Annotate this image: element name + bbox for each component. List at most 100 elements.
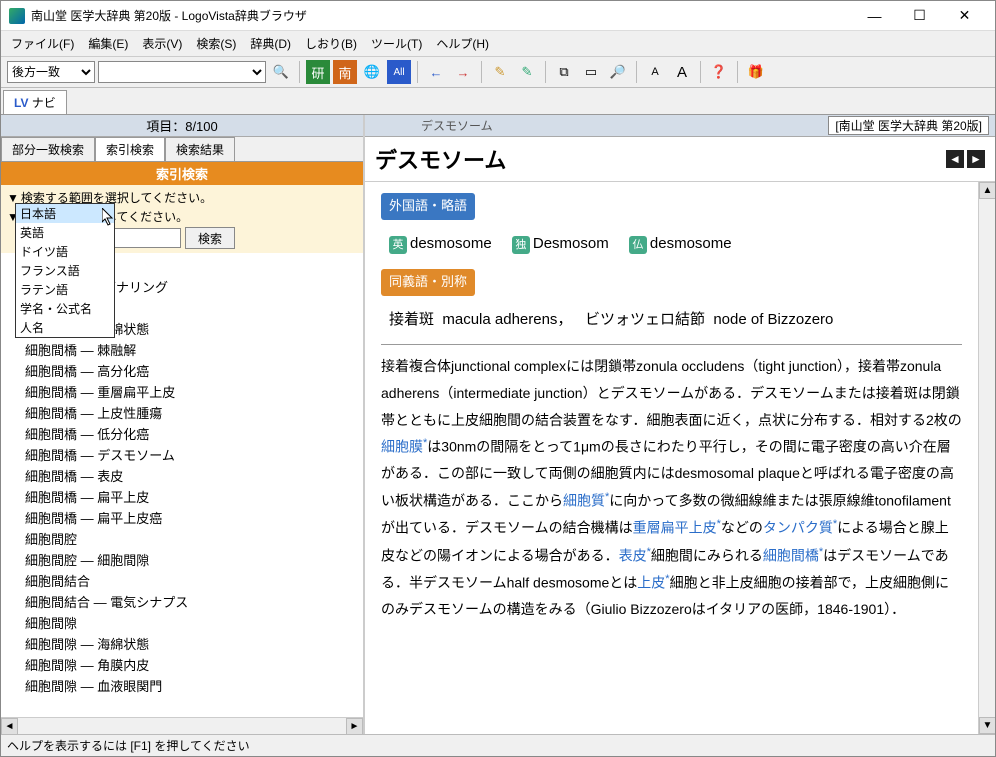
match-mode-select[interactable]: 後方一致 bbox=[7, 61, 95, 83]
link-epidermis[interactable]: 表皮 bbox=[619, 547, 647, 563]
forward-arrow-icon[interactable]: → bbox=[451, 60, 475, 84]
back-arrow-icon[interactable]: ← bbox=[424, 60, 448, 84]
menu-dict[interactable]: 辞典(D) bbox=[244, 33, 297, 54]
globe-icon[interactable]: 🌐 bbox=[360, 60, 384, 84]
menu-bookmark[interactable]: しおり(B) bbox=[299, 33, 363, 54]
list-item[interactable]: 細胞間橋 ― 扁平上皮癌 bbox=[25, 507, 363, 528]
list-item[interactable]: 細胞間橋 ― 棘融解 bbox=[25, 339, 363, 360]
window-title: 南山堂 医学大辞典 第20版 - LogoVista辞典ブラウザ bbox=[31, 7, 852, 24]
syn2-en: node of Bizzozero bbox=[713, 311, 833, 328]
breadcrumb: デスモソーム bbox=[421, 117, 493, 134]
tab-results[interactable]: 検索結果 bbox=[165, 137, 235, 161]
toolbar: 後方一致 🔍 研 南 🌐 All ← → ✎ ✎ ⧉ ▭ 🔎 A A ❓ 🎁 bbox=[1, 57, 995, 88]
whatsthis-icon[interactable]: ❓ bbox=[707, 60, 731, 84]
gift-icon[interactable]: 🎁 bbox=[744, 60, 768, 84]
binoculars-icon[interactable]: 🔍 bbox=[269, 60, 293, 84]
term-en: desmosome bbox=[410, 235, 492, 252]
list-item[interactable]: 細胞間隙 bbox=[25, 612, 363, 633]
list-item[interactable]: 細胞間橋 ― 扁平上皮 bbox=[25, 486, 363, 507]
list-item[interactable]: 細胞間橋 ― 表皮 bbox=[25, 465, 363, 486]
tab-index-search[interactable]: 索引検索 bbox=[95, 137, 165, 161]
scroll-up-icon[interactable]: ▲ bbox=[979, 182, 995, 199]
french-chip-icon: 仏 bbox=[629, 236, 647, 254]
article-title: デスモソーム bbox=[375, 143, 943, 175]
menu-file[interactable]: ファイル(F) bbox=[5, 33, 80, 54]
scope-dropdown[interactable]: 日本語 英語 ドイツ語 フランス語 ラテン語 学名・公式名 人名 bbox=[15, 203, 115, 338]
right-panel: デスモソーム [南山堂 医学大辞典 第20版] デスモソーム ◄ ► 外国語・略… bbox=[365, 115, 995, 734]
article-body: 外国語・略語 英desmosome 独Desmosom 仏desmosome 同… bbox=[365, 182, 978, 734]
tab-partial-match[interactable]: 部分一致検索 bbox=[1, 137, 95, 161]
link-protein[interactable]: タンパク質 bbox=[763, 520, 833, 536]
term-fr: desmosome bbox=[650, 235, 732, 252]
menu-view[interactable]: 表示(V) bbox=[136, 33, 188, 54]
statusbar: ヘルプを表示するには [F1] を押してください bbox=[1, 734, 995, 756]
next-article-button[interactable]: ► bbox=[967, 150, 985, 168]
scope-option-english[interactable]: 英語 bbox=[16, 223, 114, 242]
german-chip-icon: 独 bbox=[512, 236, 530, 254]
term-de: Desmosom bbox=[533, 235, 609, 252]
item-count-header: 項目：8/100 bbox=[1, 115, 363, 137]
card-icon[interactable]: ▭ bbox=[579, 60, 603, 84]
left-panel: 項目：8/100 部分一致検索 索引検索 検索結果 索引検索 ▼検索する範囲を選… bbox=[1, 115, 365, 734]
scope-option-latin[interactable]: ラテン語 bbox=[16, 280, 114, 299]
link-cytoplasm[interactable]: 細胞質 bbox=[563, 493, 605, 509]
menu-edit[interactable]: 編集(E) bbox=[82, 33, 134, 54]
maximize-button[interactable]: ☐ bbox=[897, 2, 942, 30]
list-item[interactable]: 細胞間隙 ― 血液眼関門 bbox=[25, 675, 363, 696]
pencil2-icon[interactable]: ✎ bbox=[515, 60, 539, 84]
scope-option-german[interactable]: ドイツ語 bbox=[16, 242, 114, 261]
search-button[interactable]: 検索 bbox=[185, 227, 235, 249]
left-subtabs: 部分一致検索 索引検索 検索結果 bbox=[1, 137, 363, 162]
list-item[interactable]: 細胞間橋 ― 高分化癌 bbox=[25, 360, 363, 381]
scope-option-scientific[interactable]: 学名・公式名 bbox=[16, 299, 114, 318]
scroll-right-icon[interactable]: ► bbox=[346, 718, 363, 734]
menubar: ファイル(F) 編集(E) 表示(V) 検索(S) 辞典(D) しおり(B) ツ… bbox=[1, 31, 995, 57]
cond-label-suffix: してください。 bbox=[105, 208, 188, 225]
scroll-down-icon[interactable]: ▼ bbox=[979, 717, 995, 734]
v-scrollbar[interactable]: ▲ ▼ bbox=[978, 182, 995, 734]
close-button[interactable]: ✕ bbox=[942, 2, 987, 30]
foreign-lang-badge: 外国語・略語 bbox=[381, 193, 475, 220]
scope-option-french[interactable]: フランス語 bbox=[16, 261, 114, 280]
list-item[interactable]: 細胞間隙 ― 角膜内皮 bbox=[25, 654, 363, 675]
fontsize-small-icon[interactable]: A bbox=[643, 60, 667, 84]
minimize-button[interactable]: — bbox=[852, 2, 897, 30]
list-item[interactable]: 細胞間腔 bbox=[25, 528, 363, 549]
list-item[interactable]: 細胞間橋 ― 上皮性腫瘍 bbox=[25, 402, 363, 423]
link-cell-membrane[interactable]: 細胞膜 bbox=[381, 439, 423, 455]
dict-green-icon[interactable]: 研 bbox=[306, 60, 330, 84]
syn1-jp: 接着斑 bbox=[389, 311, 434, 328]
menu-search[interactable]: 検索(S) bbox=[190, 33, 242, 54]
list-item[interactable]: 細胞間隙 ― 海綿状態 bbox=[25, 633, 363, 654]
nav-tabstrip: LV ナビ bbox=[1, 88, 995, 115]
fontsize-large-icon[interactable]: A bbox=[670, 60, 694, 84]
list-item[interactable]: 細胞間結合 ― 電気シナプス bbox=[25, 591, 363, 612]
menu-help[interactable]: ヘルプ(H) bbox=[430, 33, 495, 54]
synonym-badge: 同義語・別称 bbox=[381, 269, 475, 296]
prev-article-button[interactable]: ◄ bbox=[946, 150, 964, 168]
app-icon bbox=[9, 8, 25, 24]
navi-tab[interactable]: LV ナビ bbox=[3, 90, 67, 114]
list-item[interactable]: 細胞間結合 bbox=[25, 570, 363, 591]
all-icon[interactable]: All bbox=[387, 60, 411, 84]
scope-option-japanese[interactable]: 日本語 bbox=[16, 204, 114, 223]
list-item[interactable]: 細胞間橋 ― デスモソーム bbox=[25, 444, 363, 465]
search-section-title: 索引検索 bbox=[1, 162, 363, 185]
dict-orange-icon[interactable]: 南 bbox=[333, 60, 357, 84]
scope-option-person[interactable]: 人名 bbox=[16, 318, 114, 337]
search2-icon[interactable]: 🔎 bbox=[606, 60, 630, 84]
link-cell-bridge[interactable]: 細胞間橋 bbox=[763, 547, 819, 563]
scroll-left-icon[interactable]: ◄ bbox=[1, 718, 18, 734]
search-term-select[interactable] bbox=[98, 61, 266, 83]
pencil1-icon[interactable]: ✎ bbox=[488, 60, 512, 84]
h-scrollbar[interactable]: ◄ ► bbox=[1, 717, 363, 734]
link-epithelium[interactable]: 上皮 bbox=[637, 574, 665, 590]
link-stratified-epi[interactable]: 重層扁平上皮 bbox=[633, 520, 717, 536]
list-item[interactable]: 細胞間橋 ― 低分化癌 bbox=[25, 423, 363, 444]
syn2-jp: ビツォツェロ結節 bbox=[585, 311, 705, 328]
list-item[interactable]: 細胞間腔 ― 細胞間隙 bbox=[25, 549, 363, 570]
list-item[interactable]: 細胞間橋 ― 重層扁平上皮 bbox=[25, 381, 363, 402]
syn1-la: macula adherens， bbox=[442, 311, 572, 328]
menu-tool[interactable]: ツール(T) bbox=[365, 33, 428, 54]
copy-icon[interactable]: ⧉ bbox=[552, 60, 576, 84]
